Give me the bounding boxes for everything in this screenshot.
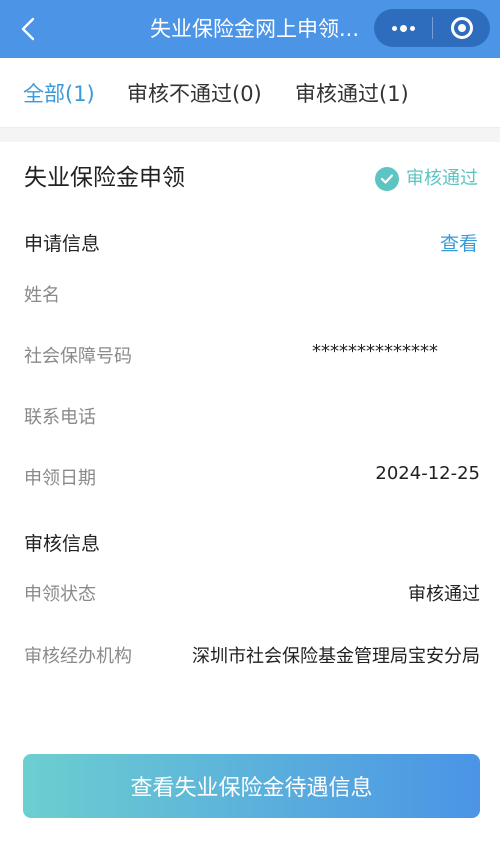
tab-rejected[interactable]: 审核不通过(0) [127,80,262,108]
tab-all[interactable]: 全部(1) [23,80,95,108]
field-value-agency: 深圳市社会保险基金管理局宝安分局 [192,646,480,667]
back-arrow-icon [21,17,35,41]
field-value-status: 审核通过 [408,584,480,605]
more-dots-icon [391,24,415,32]
field-value-apply-date: 2024-12-25 [375,463,480,484]
field-value-ssn: ************** [312,341,438,362]
field-label-name: 姓名 [24,285,60,306]
status-text: 审核通过 [406,168,478,189]
top-navigation-bar: 失业保险金网上申领... [0,0,500,58]
view-benefit-info-button[interactable]: 查看失业保险金待遇信息 [23,754,480,818]
back-button[interactable] [12,12,44,46]
page-title: 失业保险金网上申领... [150,17,360,41]
view-link[interactable]: 查看 [440,231,478,257]
mini-program-capsule [374,9,490,47]
review-info-heading: 审核信息 [24,533,101,555]
tab-approved[interactable]: 审核通过(1) [295,80,409,108]
card-title: 失业保险金申领 [24,165,185,191]
application-info-heading: 申请信息 [24,233,101,255]
more-button[interactable] [374,9,432,47]
check-circle-icon [375,167,399,191]
close-button[interactable] [433,9,490,47]
status-badge: 审核通过 [375,166,478,192]
field-label-ssn: 社会保障号码 [24,346,132,367]
application-card: 失业保险金申领 审核通过 申请信息 查看 姓名 社会保障号码 *********… [0,142,500,843]
field-label-status: 申领状态 [24,584,96,605]
field-label-agency: 审核经办机构 [24,646,132,667]
section-gap [0,128,500,142]
status-tabs: 全部(1) 审核不通过(0) 审核通过(1) [0,58,500,128]
field-label-apply-date: 申领日期 [24,468,96,489]
field-label-phone: 联系电话 [24,407,96,428]
target-close-icon [450,17,473,39]
